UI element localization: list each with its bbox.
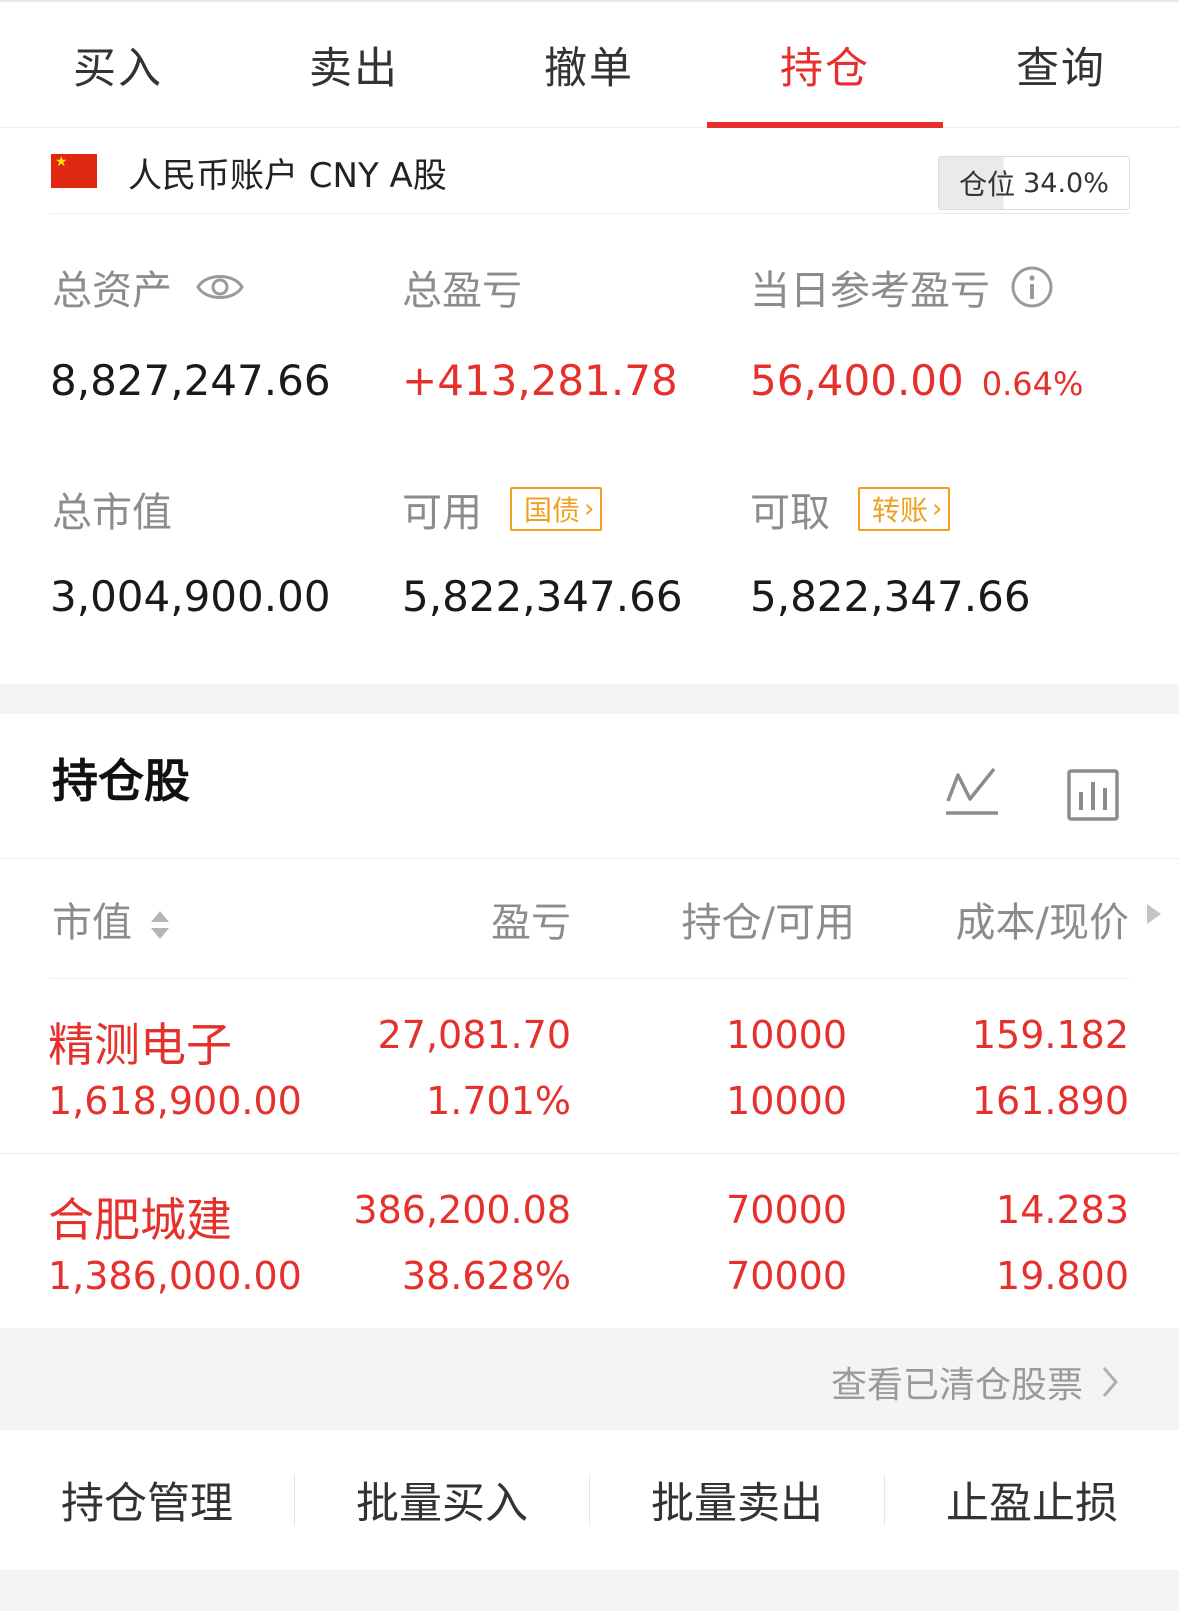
stock-available: 10000 [726,1079,847,1123]
account-row[interactable]: ★ 人民币账户 CNY A股 仓位 34.0% [50,128,1130,214]
holdings-title: 持仓股 [52,754,190,808]
position-value: 34.0% [1023,167,1109,199]
stock-market-value: 1,618,900.00 [48,1079,302,1123]
chevron-right-icon: › [584,494,595,524]
available-value: 5,822,347.66 [402,572,683,621]
batch-buy-button[interactable]: 批量买入 [295,1430,589,1570]
stock-pnl: 27,081.70 [377,1013,571,1057]
stock-price: 19.800 [996,1254,1129,1298]
scroll-right-icon[interactable] [1145,900,1163,928]
stock-available: 70000 [726,1254,847,1298]
position-management-button[interactable]: 持仓管理 [0,1430,294,1570]
position-label: 仓位 [959,168,1016,201]
daily-pnl-label: 当日参考盈亏 [750,268,990,314]
eye-icon[interactable] [196,269,244,305]
column-cost-price: 成本/现价 [955,900,1129,946]
cleared-stocks-link[interactable]: 查看已清仓股票 [831,1356,1119,1408]
sort-icon [150,911,169,939]
holding-row[interactable]: 精测电子 1,618,900.00 27,081.70 1.701% 10000… [0,979,1179,1153]
column-market-value-label: 市值 [52,900,132,946]
market-value-label: 总市值 [52,490,172,536]
position-ratio-badge: 仓位 34.0% [938,156,1130,210]
stock-cost: 14.283 [996,1188,1129,1232]
column-position-available: 持仓/可用 [681,900,855,946]
line-chart-icon[interactable] [944,765,1000,821]
withdrawable-label: 可取 [750,490,830,536]
daily-pnl-value-group: 56,400.00 0.64% [750,356,1083,405]
bar-chart-icon[interactable] [1066,768,1120,822]
column-pnl: 盈亏 [491,900,571,946]
treasury-bond-button[interactable]: 国债 › [510,487,603,531]
account-label: 人民币账户 CNY A股 [128,156,447,196]
total-assets-label-group: 总资产 [52,258,244,316]
withdrawable-label-group: 可取 转账 › [750,480,951,538]
withdrawable-value: 5,822,347.66 [750,572,1031,621]
holdings-action-bar: 持仓管理 批量买入 批量卖出 止盈止损 [0,1430,1179,1570]
total-assets-value: 8,827,247.66 [50,356,331,405]
batch-sell-button[interactable]: 批量卖出 [590,1430,884,1570]
total-pnl-label: 总盈亏 [402,268,522,314]
cleared-stocks-band: 查看已清仓股票 [0,1328,1179,1430]
treasury-bond-label: 国债 [524,494,581,527]
section-divider [0,684,1179,714]
transfer-button[interactable]: 转账 › [858,487,951,531]
stock-name: 合肥城建 [48,1193,232,1247]
stock-name: 精测电子 [48,1018,232,1072]
stock-market-value: 1,386,000.00 [48,1254,302,1298]
stock-position: 10000 [726,1013,847,1057]
total-assets-label: 总资产 [52,268,172,314]
stock-cost: 159.182 [971,1013,1129,1057]
trade-tabs: 买入 卖出 撤单 持仓 查询 [0,2,1179,128]
column-market-value[interactable]: 市值 [52,890,171,948]
chevron-right-icon [1102,1367,1118,1397]
market-value-value: 3,004,900.00 [50,572,331,621]
tab-query[interactable]: 查询 [943,2,1179,128]
available-label-group: 可用 国债 › [402,480,603,538]
tab-cancel-order[interactable]: 撤单 [471,2,707,128]
stock-pnl-percent: 38.628% [401,1254,571,1298]
stock-position: 70000 [726,1188,847,1232]
daily-pnl-value: 56,400.00 [750,356,964,405]
stock-price: 161.890 [971,1079,1129,1123]
stock-pnl: 386,200.08 [353,1188,571,1232]
tab-holdings[interactable]: 持仓 [707,2,943,128]
chevron-right-icon: › [932,494,943,524]
transfer-label: 转账 [872,494,929,527]
cleared-stocks-label: 查看已清仓股票 [830,1365,1083,1406]
take-profit-stop-loss-button[interactable]: 止盈止损 [885,1430,1179,1570]
holding-row[interactable]: 合肥城建 1,386,000.00 386,200.08 38.628% 700… [0,1154,1179,1328]
tab-buy[interactable]: 买入 [0,2,236,128]
stock-pnl-percent: 1.701% [426,1079,571,1123]
china-flag-icon: ★ [51,154,97,188]
info-icon[interactable] [1010,265,1054,309]
total-pnl-value: +413,281.78 [402,356,678,405]
available-label: 可用 [402,490,482,536]
tab-sell[interactable]: 卖出 [236,2,472,128]
daily-pnl-label-group: 当日参考盈亏 [750,258,1054,316]
holdings-header-divider [0,858,1179,859]
daily-pnl-percent: 0.64% [981,365,1084,403]
bottom-spacer [0,1570,1179,1611]
